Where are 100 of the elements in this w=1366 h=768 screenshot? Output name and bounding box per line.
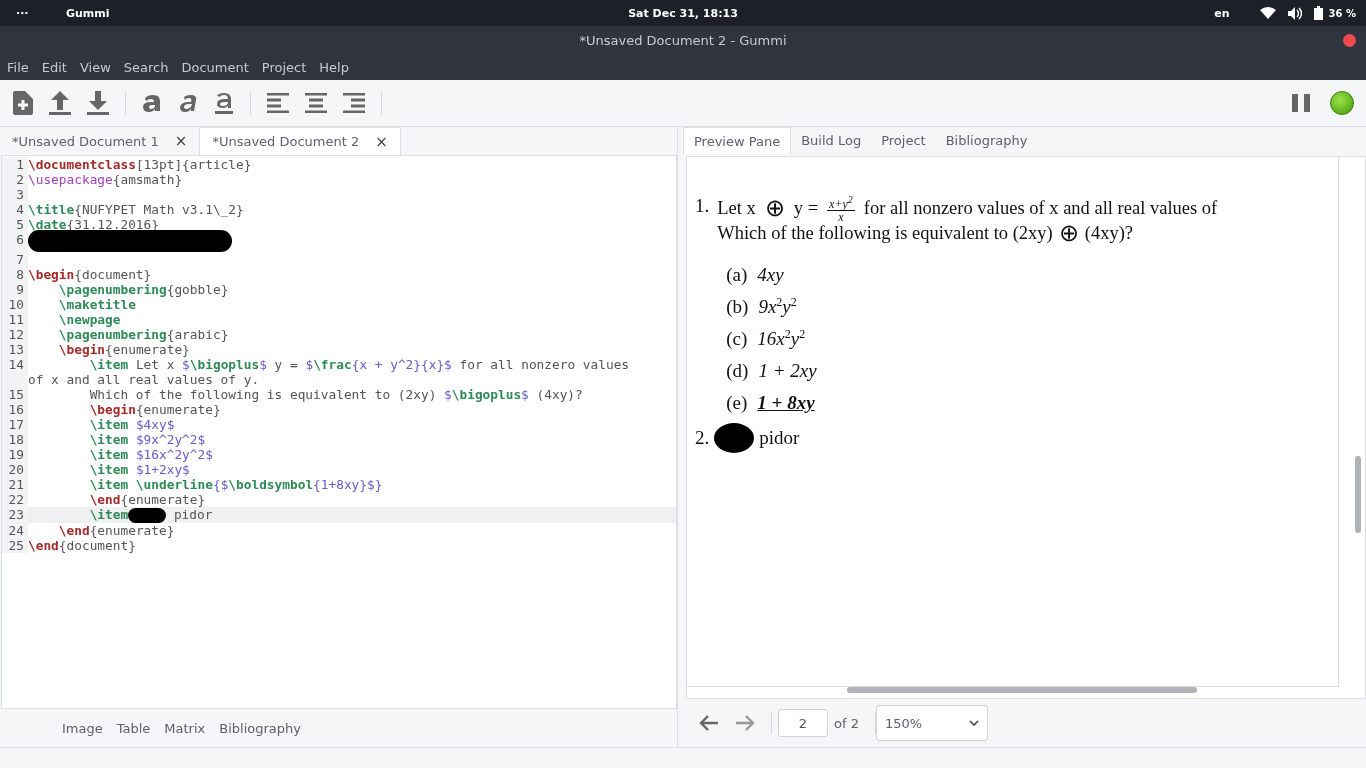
close-icon[interactable]: × bbox=[174, 132, 188, 150]
align-right-icon[interactable] bbox=[343, 93, 365, 113]
code-line: \item Let x $\bigoplus$ y = $\frac{x + y^2}{x}$ for all nonzero values of x and all real values of y. bbox=[28, 357, 631, 387]
code-line: Which of the following is equivalent to (2xy) $\bigoplus$ (4xy)? bbox=[88, 387, 583, 402]
line-number: 20 bbox=[2, 462, 28, 477]
menu-item[interactable]: Document bbox=[181, 59, 249, 75]
new-document-icon[interactable] bbox=[13, 91, 33, 115]
app-name[interactable]: Gummi bbox=[66, 6, 110, 20]
line-number: 1 bbox=[2, 157, 28, 172]
line-number: 14 bbox=[2, 357, 28, 387]
code-line: \end{enumerate} bbox=[57, 523, 175, 538]
code-line: \date{31.12.2016} bbox=[28, 217, 159, 232]
volume-icon[interactable] bbox=[1287, 6, 1302, 20]
keyboard-language[interactable]: en bbox=[1214, 6, 1230, 20]
line-number: 19 bbox=[2, 447, 28, 462]
code-line: \end{enumerate} bbox=[88, 492, 206, 507]
code-line: \pagenumbering{gobble} bbox=[57, 282, 229, 297]
menu-item[interactable]: File bbox=[7, 59, 29, 75]
choice-math: 4xy bbox=[757, 264, 784, 286]
code-command: \item bbox=[88, 507, 129, 522]
line-number: 18 bbox=[2, 432, 28, 447]
line-number: 2 bbox=[2, 172, 28, 187]
code-line: \documentclass[13pt]{article} bbox=[28, 157, 252, 172]
code-line: \item $16x^2y^2$ bbox=[88, 447, 213, 462]
line-number: 15 bbox=[2, 387, 28, 402]
download-icon[interactable] bbox=[87, 91, 109, 115]
choice-math: 16x$^{2}$y$^{2}$ bbox=[757, 327, 806, 351]
menu-item[interactable]: Help bbox=[319, 59, 349, 75]
compile-status-icon[interactable] bbox=[1330, 91, 1354, 115]
line-number: 16 bbox=[2, 402, 28, 417]
item-number: 2. bbox=[695, 427, 710, 449]
menu-item[interactable]: Search bbox=[123, 59, 169, 75]
line-number: 11 bbox=[2, 312, 28, 327]
question-text: Which of the following is equivalent to (2xy) bbox=[717, 222, 1053, 244]
pane-tab[interactable]: Build Log bbox=[791, 127, 872, 154]
battery-icon[interactable] bbox=[1313, 6, 1323, 20]
code-line: \item $4xy$ bbox=[88, 417, 175, 432]
math-operator: ⊕ bbox=[1058, 221, 1079, 245]
line-number: 9 bbox=[2, 282, 28, 297]
line-number: 7 bbox=[2, 252, 28, 267]
upload-icon[interactable] bbox=[49, 91, 71, 115]
insert-button[interactable]: Table bbox=[116, 720, 151, 736]
menu-item[interactable]: Project bbox=[261, 59, 307, 75]
align-center-icon[interactable] bbox=[305, 93, 327, 113]
choice-math: 9x$^{2}$y$^{2}$ bbox=[758, 295, 797, 319]
close-button[interactable] bbox=[1343, 33, 1356, 47]
code-line: \item \underline{$\boldsymbol{1+8xy}$} bbox=[88, 477, 383, 492]
line-number: 24 bbox=[2, 523, 28, 538]
document-tab[interactable]: *Unsaved Document 1 × bbox=[0, 127, 200, 155]
pane-tab[interactable]: Bibliography bbox=[935, 127, 1038, 154]
insert-button[interactable]: Image bbox=[62, 720, 103, 736]
close-icon[interactable]: × bbox=[375, 132, 388, 151]
code-text: pidor bbox=[172, 507, 213, 522]
forward-arrow-icon[interactable] bbox=[735, 715, 755, 732]
code-line: \usepackage{amsmath} bbox=[28, 172, 183, 187]
code-line: \item $1+2xy$ bbox=[88, 462, 190, 477]
menu-item[interactable]: Edit bbox=[41, 59, 67, 75]
question-text: for all nonzero values of x and all real values of bbox=[863, 197, 1218, 219]
choice-label: (b) bbox=[726, 296, 749, 318]
choice-math: 1 + 2xy bbox=[758, 360, 817, 382]
underline-icon[interactable] bbox=[214, 92, 234, 114]
code-editor[interactable] bbox=[1, 155, 677, 709]
bold-icon[interactable] bbox=[142, 94, 162, 112]
line-number: 13 bbox=[2, 342, 28, 357]
vertical-scrollbar[interactable] bbox=[1355, 456, 1361, 533]
line-number: 17 bbox=[2, 417, 28, 432]
insert-button[interactable]: Matrix bbox=[164, 720, 206, 736]
clock[interactable]: Sat Dec 31, 18:13 bbox=[628, 6, 738, 20]
horizontal-scrollbar[interactable] bbox=[847, 687, 1197, 693]
caret-icon bbox=[968, 720, 979, 727]
line-number: 6 bbox=[2, 232, 28, 252]
pause-icon[interactable] bbox=[1292, 94, 1310, 112]
code-line: \maketitle bbox=[57, 297, 136, 312]
line-number: 22 bbox=[2, 492, 28, 507]
activities-menu[interactable]: ··· bbox=[16, 6, 66, 20]
document-tab[interactable]: *Unsaved Document 2 × bbox=[199, 127, 401, 155]
code-line: \begin{enumerate} bbox=[57, 342, 190, 357]
pane-tab[interactable]: Project bbox=[871, 127, 936, 154]
back-arrow-icon[interactable] bbox=[699, 715, 719, 732]
insert-button[interactable]: Bibliography bbox=[219, 720, 301, 736]
align-left-icon[interactable] bbox=[267, 93, 289, 113]
code-line: \end{document} bbox=[28, 538, 136, 553]
page-field[interactable]: 2 bbox=[778, 709, 828, 738]
line-number: 25 bbox=[2, 538, 28, 553]
pane-tab[interactable]: Preview Pane bbox=[683, 127, 792, 154]
battery-percent: 36 % bbox=[1328, 7, 1356, 19]
item-text: pidor bbox=[759, 427, 800, 449]
line-number: 21 bbox=[2, 477, 28, 492]
line-number: 23 bbox=[2, 507, 28, 523]
line-number: 12 bbox=[2, 327, 28, 342]
zoom-dropdown[interactable]: 150% bbox=[875, 705, 988, 742]
wifi-icon[interactable] bbox=[1259, 7, 1276, 19]
italic-icon[interactable] bbox=[178, 94, 198, 112]
code-line: \begin{enumerate} bbox=[88, 402, 221, 417]
menu-item[interactable]: View bbox=[79, 59, 111, 75]
redaction-mark bbox=[128, 508, 167, 523]
code-line: \begin{document} bbox=[28, 267, 152, 282]
choice-label: (a) bbox=[726, 264, 748, 286]
math-operator: ⊕ bbox=[764, 196, 785, 220]
choice-label: (c) bbox=[726, 328, 748, 350]
